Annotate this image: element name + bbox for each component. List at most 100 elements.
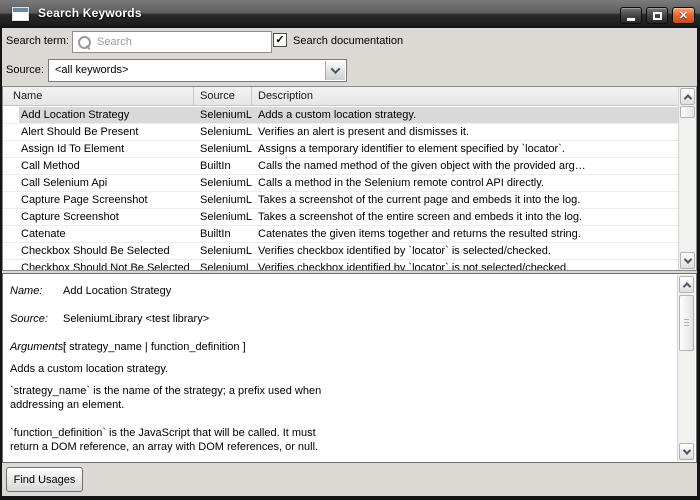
column-header-name[interactable]: Name [3,87,194,105]
window-controls: ✕ [620,7,695,24]
detail-description-paragraph: `function_definition` is the JavaScript … [10,426,666,454]
row-lead-cell [3,175,19,191]
titlebar[interactable]: Search Keywords ✕ [0,0,700,28]
source-dropdown[interactable]: <all keywords> [48,59,347,82]
chevron-down-icon [682,446,690,454]
scroll-down-button[interactable] [679,443,694,460]
scrollbar-thumb[interactable] [679,295,694,351]
search-placeholder: Search [97,36,132,48]
app-window-icon [12,7,29,21]
table-scrollbar[interactable] [678,87,696,270]
table-row[interactable]: Call Selenium ApiSeleniumLib…Calls a met… [3,175,678,192]
cell-source: SeleniumLib… [194,243,252,259]
source-label: Source: [6,64,44,76]
scroll-down-button[interactable] [680,252,695,269]
column-header-source[interactable]: Source [194,87,252,105]
minimize-button[interactable] [620,7,642,24]
cell-source: SeleniumLib… [194,260,252,270]
window-title: Search Keywords [38,6,142,20]
source-dropdown-value: <all keywords> [55,64,128,76]
cell-source: SeleniumLib… [194,107,252,123]
row-lead-cell [3,226,19,242]
cell-name: Catenate [19,226,194,242]
scrollbar-grip [684,319,689,327]
row-lead-cell [3,141,19,157]
scroll-up-button[interactable] [679,276,694,293]
cell-source: SeleniumLib… [194,209,252,225]
cell-source: SeleniumLib… [194,175,252,191]
detail-arguments-value: [ strategy_name | function_definition ] [63,341,246,353]
cell-name: Checkbox Should Be Selected [19,243,194,259]
details-scrollbar[interactable] [677,275,695,461]
keyword-details-pane: Name: Add Location Strategy Source: Sele… [2,273,697,463]
row-lead-cell [3,243,19,259]
row-lead-cell [3,158,19,174]
table-header: Name Source Description [3,87,696,106]
table-row[interactable]: Checkbox Should Be SelectedSeleniumLib…V… [3,243,678,260]
cell-source: BuiltIn [194,158,252,174]
column-header-description[interactable]: Description [252,87,696,105]
chevron-down-icon [683,255,691,263]
find-usages-button[interactable]: Find Usages [6,467,83,492]
table-row[interactable]: Checkbox Should Not Be SelectedSeleniumL… [3,260,678,270]
row-lead-cell [3,124,19,140]
cell-name: Call Selenium Api [19,175,194,191]
detail-arguments-label: Arguments: [10,341,66,353]
table-row[interactable]: Call MethodBuiltInCalls the named method… [3,158,678,175]
row-lead-cell [3,209,19,225]
maximize-button[interactable] [646,7,668,24]
source-dropdown-button[interactable] [325,61,345,80]
row-lead-cell [3,260,19,270]
cell-name: Checkbox Should Not Be Selected [19,260,194,270]
cell-description: Assigns a temporary identifier to elemen… [252,141,678,157]
row-lead-cell [3,107,19,123]
detail-source-label: Source: [10,313,48,325]
scroll-up-button[interactable] [680,88,695,105]
client-area: Search term: Search ✓ Search documentati… [2,28,697,496]
cell-source: SeleniumLib… [194,141,252,157]
search-documentation-label: Search documentation [293,35,403,47]
cell-description: Adds a custom location strategy. [252,107,678,123]
table-body: Add Location StrategySeleniumLib…Adds a … [3,107,678,270]
cell-name: Capture Screenshot [19,209,194,225]
table-row[interactable]: Capture ScreenshotSeleniumLib…Takes a sc… [3,209,678,226]
cell-name: Call Method [19,158,194,174]
cell-name: Alert Should Be Present [19,124,194,140]
cell-description: Verifies an alert is present and dismiss… [252,124,678,140]
scrollbar-thumb[interactable] [680,106,695,118]
cell-source: SeleniumLib… [194,192,252,208]
keyword-table: Name Source Description Add Location Str… [2,86,697,271]
table-row[interactable]: Alert Should Be PresentSeleniumLib…Verif… [3,124,678,141]
chevron-down-icon [331,64,341,74]
search-icon [78,36,91,49]
maximize-icon [653,12,662,20]
table-row[interactable]: Capture Page ScreenshotSeleniumLib…Takes… [3,192,678,209]
detail-source-value: SeleniumLibrary <test library> [63,313,209,325]
table-row[interactable]: Assign Id To ElementSeleniumLib…Assigns … [3,141,678,158]
chevron-up-icon [683,94,691,102]
search-documentation-checkbox[interactable]: ✓ [273,33,287,47]
cell-description: Takes a screenshot of the entire screen … [252,209,678,225]
cell-description: Verifies checkbox identified by `locator… [252,243,678,259]
cell-description: Calls a method in the Selenium remote co… [252,175,678,191]
cell-description: Takes a screenshot of the current page a… [252,192,678,208]
detail-description-paragraph: `strategy_name` is the name of the strat… [10,384,666,412]
cell-description: Calls the named method of the given obje… [252,158,678,174]
cell-source: SeleniumLib… [194,124,252,140]
cell-source: BuiltIn [194,226,252,242]
detail-name-value: Add Location Strategy [63,285,171,297]
cell-name: Capture Page Screenshot [19,192,194,208]
cell-description: Verifies checkbox identified by `locator… [252,260,678,270]
chevron-up-icon [682,282,690,290]
close-button[interactable]: ✕ [672,7,695,24]
search-term-label: Search term: [6,35,69,47]
cell-name: Add Location Strategy [19,107,194,123]
table-row[interactable]: CatenateBuiltInCatenates the given items… [3,226,678,243]
detail-name-label: Name: [10,285,42,297]
table-row[interactable]: Add Location StrategySeleniumLib…Adds a … [3,107,678,124]
search-input[interactable]: Search [72,31,272,53]
minimize-icon [627,18,635,21]
detail-description-paragraph: Adds a custom location strategy. [10,362,666,376]
search-keywords-window: Search Keywords ✕ Search term: Search ✓ … [0,0,700,500]
cell-description: Catenates the given items together and r… [252,226,678,242]
